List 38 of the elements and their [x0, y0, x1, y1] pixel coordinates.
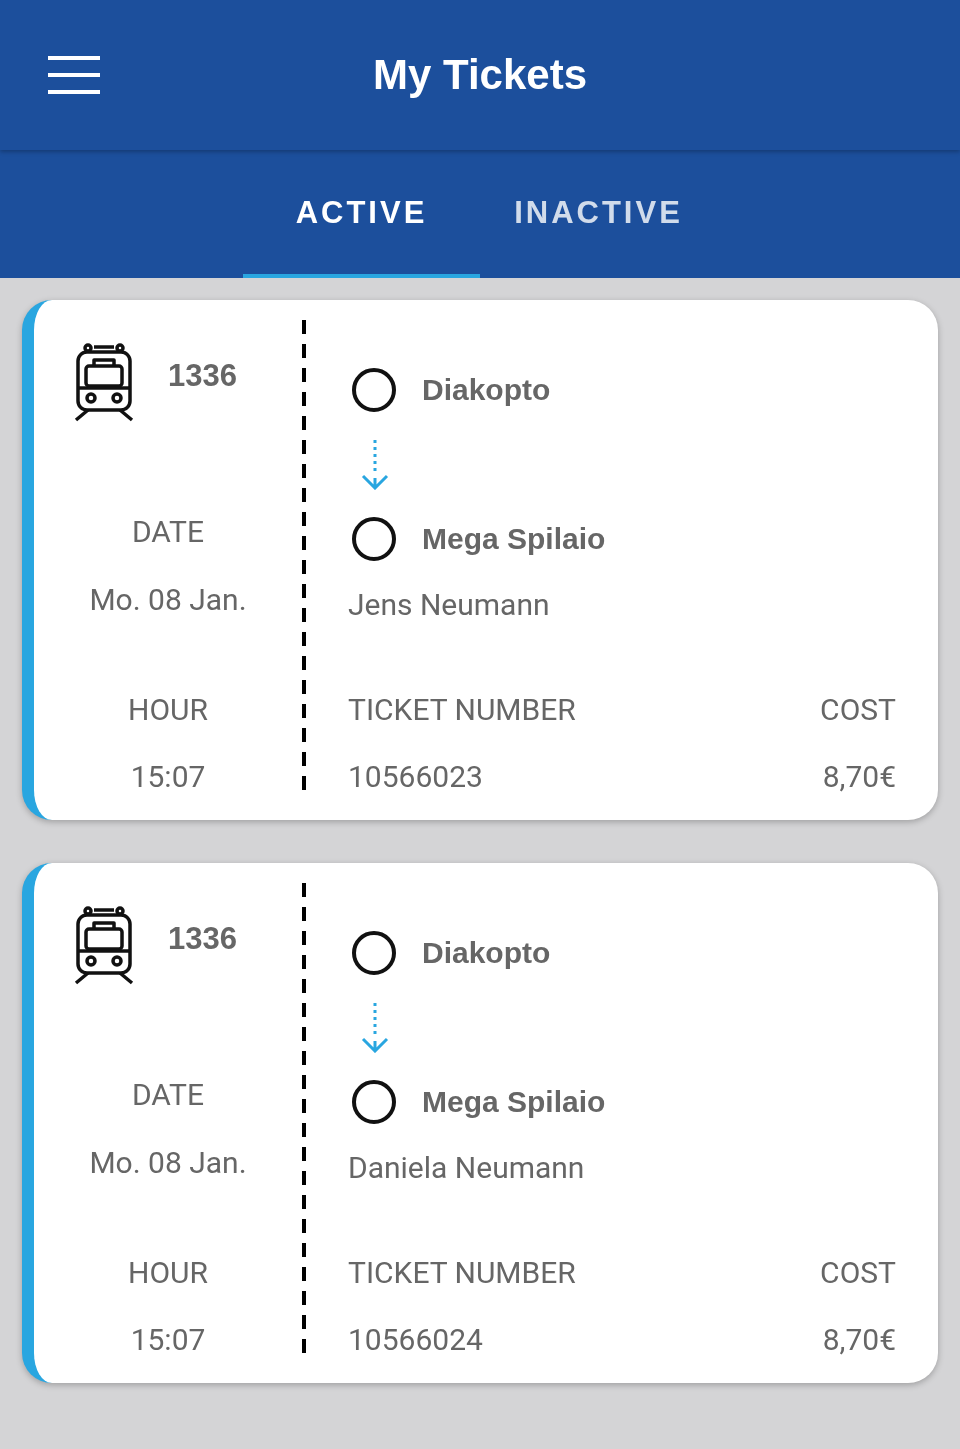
ticket-number: 10566023 — [348, 758, 483, 796]
ticket-card[interactable]: 1336 DATE Mo. 08 Jan. HOUR 15:07 Diakopto Mega Spilaio Daniela Neumann TICKET NUMBER COST 10566024 8,70€ — [22, 863, 938, 1383]
tab[interactable]: ACTIVE — [243, 150, 480, 278]
stop-circle-icon — [352, 517, 396, 561]
date-value: Mo. 08 Jan. — [89, 1144, 247, 1182]
hour-value: 15:07 — [130, 1321, 206, 1359]
train-icon — [74, 340, 134, 424]
arrow-down-icon — [360, 438, 390, 490]
train-icon — [74, 903, 134, 987]
passenger-name: Daniela Neumann — [348, 1149, 586, 1187]
stop-circle-icon — [352, 931, 396, 975]
date-label: DATE — [132, 513, 204, 551]
date-label: DATE — [132, 1076, 204, 1114]
ticket-number-label: TICKET NUMBER — [348, 691, 576, 729]
ticket-card[interactable]: 1336 DATE Mo. 08 Jan. HOUR 15:07 Diakopto Mega Spilaio Jens Neumann TICKET NUMBER COST 10566023 8,70€ — [22, 300, 938, 820]
departure-station: Diakopto — [422, 936, 551, 970]
cost-label: COST — [820, 691, 896, 729]
date-value: Mo. 08 Jan. — [89, 581, 247, 619]
stop-circle-icon — [352, 1080, 396, 1124]
cost-value: 8,70€ — [822, 758, 896, 796]
arrival-station: Mega Spilaio — [422, 522, 606, 556]
ticket-number: 10566024 — [348, 1321, 483, 1359]
arrow-down-icon — [360, 1001, 390, 1053]
train-number: 1336 — [168, 358, 237, 394]
train-number: 1336 — [168, 921, 237, 957]
tab[interactable]: INACTIVE — [480, 150, 717, 278]
page-title: My Tickets — [373, 51, 587, 99]
cost-label: COST — [820, 1254, 896, 1292]
hour-label: HOUR — [128, 691, 208, 729]
hour-value: 15:07 — [130, 758, 206, 796]
arrival-station: Mega Spilaio — [422, 1085, 606, 1119]
departure-station: Diakopto — [422, 373, 551, 407]
ticket-number-label: TICKET NUMBER — [348, 1254, 576, 1292]
menu-button[interactable] — [48, 56, 102, 94]
stop-circle-icon — [352, 368, 396, 412]
cost-value: 8,70€ — [822, 1321, 896, 1359]
hour-label: HOUR — [128, 1254, 208, 1292]
passenger-name: Jens Neumann — [348, 586, 551, 624]
